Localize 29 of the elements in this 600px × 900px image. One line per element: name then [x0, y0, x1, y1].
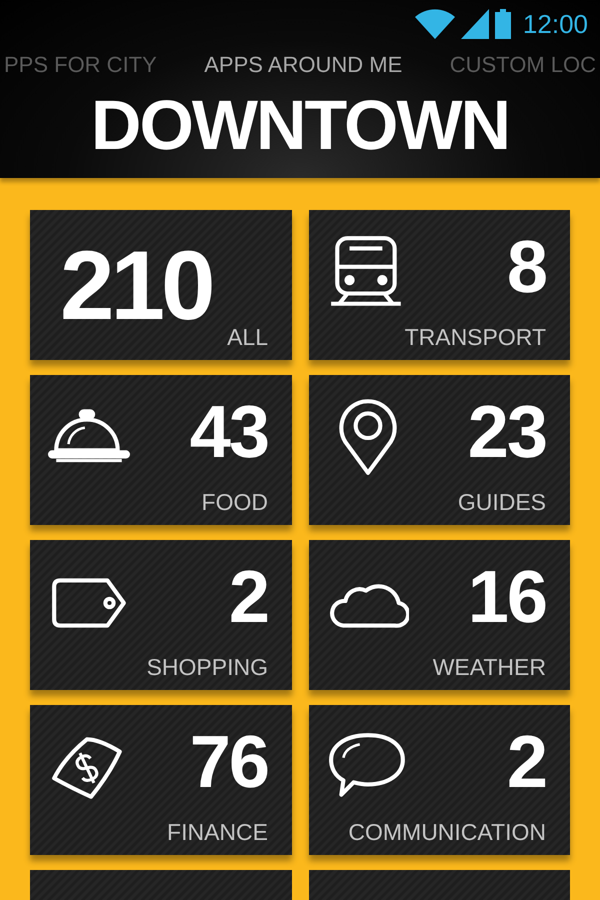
category-label: FINANCE: [167, 820, 268, 845]
app-count: 2: [228, 560, 268, 634]
category-tile[interactable]: 16 WEATHER: [309, 540, 570, 690]
category-tile[interactable]: 76 FINANCE: [30, 705, 292, 855]
category-label: GUIDES: [458, 490, 546, 515]
wifi-icon: [414, 9, 455, 39]
signal-icon: [460, 9, 489, 39]
tab[interactable]: APPS AROUND ME: [204, 52, 402, 78]
app-count: 76: [190, 725, 268, 799]
app-count: 2: [506, 725, 546, 799]
category-label: WEATHER: [432, 654, 546, 680]
battery-icon: [494, 9, 511, 39]
category-label: TRANSPORT: [404, 324, 546, 350]
app-count: 8: [506, 230, 546, 304]
category-tile[interactable]: 23 GUIDES: [309, 375, 570, 525]
location-title: DOWNTOWN: [90, 90, 510, 160]
category-label: ALL: [227, 324, 268, 350]
app-count: 23: [468, 395, 546, 469]
category-label: COMMUNICATION: [348, 820, 546, 845]
category-tile[interactable]: 2 SHOPPING: [30, 540, 292, 690]
category-label: FOOD: [202, 490, 268, 515]
category-tile[interactable]: 43 FOOD: [30, 375, 292, 525]
app-count: 43: [190, 395, 268, 469]
clock-time: 12:00: [522, 8, 588, 40]
app-count: 210: [60, 236, 212, 334]
category-tile[interactable]: 2 COMMUNICATION: [309, 705, 570, 855]
app-count: 16: [468, 560, 546, 634]
category-tile[interactable]: 8 TRANSPORT: [309, 210, 570, 360]
category-label: SHOPPING: [146, 654, 268, 680]
